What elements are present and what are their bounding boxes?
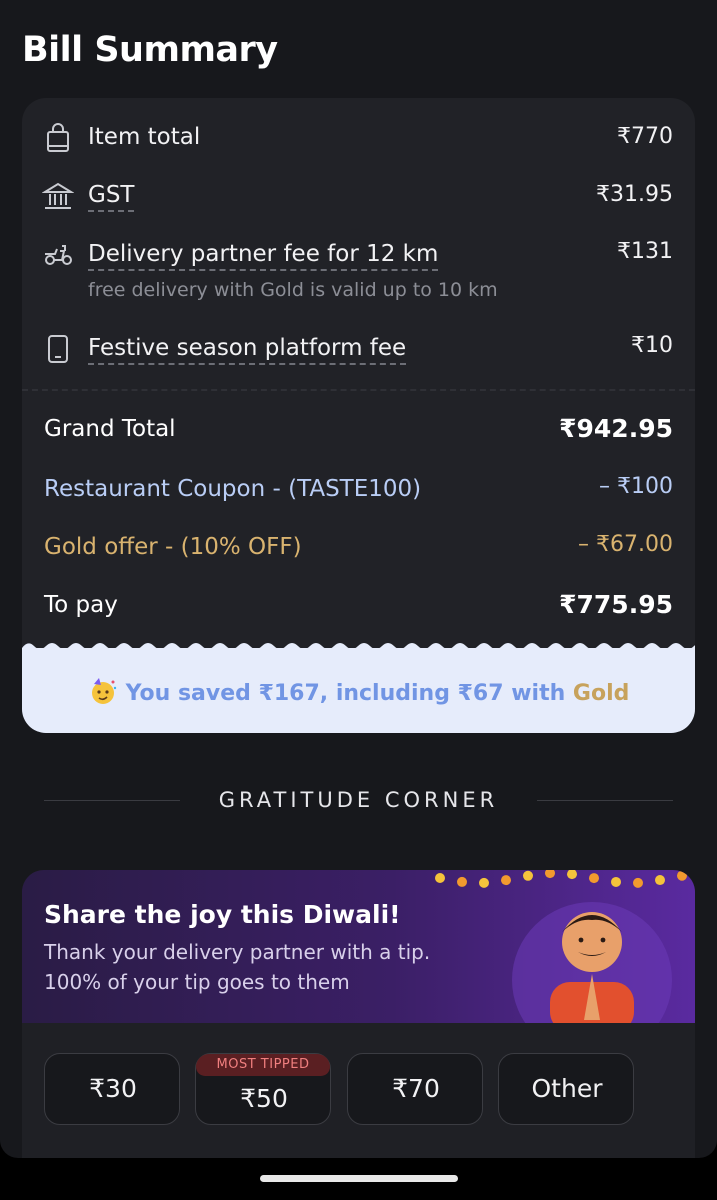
party-face-icon (88, 676, 118, 706)
garland-flower (501, 875, 511, 886)
platform-fee-amount: ₹10 (631, 333, 673, 358)
tip-option-50[interactable]: MOST TIPPED ₹50 (195, 1053, 331, 1125)
garland-flower (589, 873, 599, 884)
garland-flower (677, 870, 687, 881)
savings-gold-word: Gold (572, 681, 630, 706)
home-indicator[interactable] (260, 1175, 458, 1182)
to-pay-amount: ₹775.95 (559, 590, 673, 619)
tip-option-value: ₹50 (240, 1084, 288, 1113)
shopping-bag-icon (42, 122, 74, 154)
item-total-label: Item total (88, 124, 201, 150)
most-tipped-badge: MOST TIPPED (196, 1054, 330, 1076)
wave-edge (22, 643, 695, 652)
tip-title: Share the joy this Diwali! (44, 900, 401, 929)
garland-flower (479, 877, 489, 888)
garland-flower (545, 870, 555, 879)
garland-flower (633, 877, 643, 888)
gratitude-corner-heading: GRATITUDE CORNER (44, 788, 673, 814)
bill-summary-card: Item total ₹770 GST ₹31.95 Delivery part… (22, 98, 695, 733)
grand-total-label: Grand Total (44, 416, 176, 442)
tip-option-30[interactable]: ₹30 (44, 1053, 180, 1125)
tip-line-1: Thank your delivery partner with a tip. (44, 940, 431, 964)
bank-icon (41, 180, 75, 212)
tip-option-value: Other (531, 1074, 603, 1103)
divider (22, 389, 695, 391)
platform-fee-label[interactable]: Festive season platform fee (88, 335, 407, 365)
garland-flower (655, 875, 665, 886)
garland-flower (611, 876, 621, 887)
tip-option-value: ₹30 (89, 1074, 137, 1103)
tip-line-2: 100% of your tip goes to them (44, 970, 350, 994)
item-total-amount: ₹770 (617, 124, 673, 149)
garland-flower (435, 873, 445, 883)
heading-rule-right (537, 800, 673, 801)
tip-hero-banner: Share the joy this Diwali! Thank your de… (22, 870, 695, 1023)
to-pay-label: To pay (44, 592, 118, 618)
delivery-fee-amount: ₹131 (617, 239, 673, 264)
savings-text: You saved ₹167, including ₹67 with Gold (22, 676, 695, 706)
tip-option-70[interactable]: ₹70 (347, 1053, 483, 1125)
gold-offer-label: Gold offer - (10% OFF) (44, 534, 302, 560)
coupon-amount: – ₹100 (599, 474, 673, 499)
savings-banner: You saved ₹167, including ₹67 with Gold (22, 643, 695, 733)
delivery-fee-note: free delivery with Gold is valid up to 1… (88, 279, 498, 301)
tip-card: Share the joy this Diwali! Thank your de… (22, 870, 695, 1158)
grand-total-amount: ₹942.95 (559, 414, 673, 443)
garland-flower (567, 870, 577, 880)
tip-option-value: ₹70 (392, 1074, 440, 1103)
gst-label[interactable]: GST (88, 182, 135, 212)
gold-offer-amount: – ₹67.00 (578, 532, 673, 557)
coupon-label: Restaurant Coupon - (TASTE100) (44, 476, 422, 502)
delivery-fee-label[interactable]: Delivery partner fee for 12 km (88, 241, 439, 271)
tip-option-other[interactable]: Other (498, 1053, 634, 1125)
gst-amount: ₹31.95 (596, 182, 673, 207)
page-title: Bill Summary (22, 30, 278, 70)
savings-prefix: You saved ₹167, including ₹67 with (125, 681, 573, 706)
garland-flower (523, 870, 533, 881)
phone-icon (42, 333, 74, 365)
garland-flower (457, 876, 467, 887)
scooter-icon (42, 237, 74, 269)
bill-summary-screen: Bill Summary Item total ₹770 GST ₹31.95 … (0, 0, 717, 1158)
